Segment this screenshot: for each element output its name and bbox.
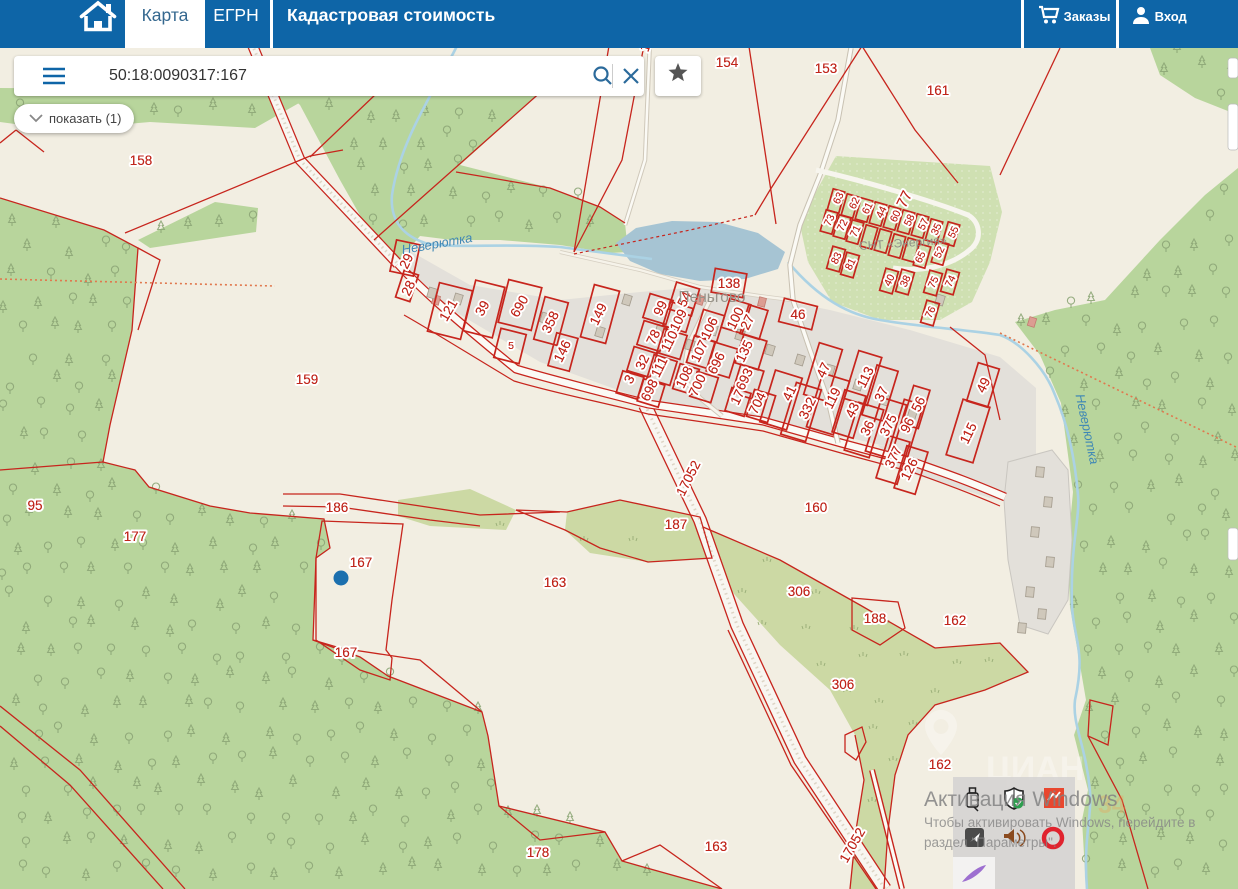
svg-text:158: 158 xyxy=(130,153,153,168)
svg-text:раздел "Параметры".: раздел "Параметры". xyxy=(924,835,1057,850)
svg-text:188: 188 xyxy=(864,611,887,626)
svg-text:159: 159 xyxy=(296,372,319,387)
svg-text:153: 153 xyxy=(815,61,838,76)
svg-text:95: 95 xyxy=(27,498,42,513)
svg-text:167: 167 xyxy=(350,555,373,570)
svg-text:306: 306 xyxy=(832,677,855,692)
svg-text:186: 186 xyxy=(326,500,349,515)
svg-text:177: 177 xyxy=(124,529,147,544)
svg-text:154: 154 xyxy=(716,55,739,70)
svg-text:163: 163 xyxy=(544,575,567,590)
svg-text:46: 46 xyxy=(790,307,805,322)
svg-text:162: 162 xyxy=(929,757,952,772)
svg-text:5: 5 xyxy=(508,340,514,352)
svg-text:306: 306 xyxy=(788,584,811,599)
svg-text:161: 161 xyxy=(927,83,950,98)
svg-text:187: 187 xyxy=(665,517,688,532)
svg-text:178: 178 xyxy=(527,845,550,860)
svg-text:163: 163 xyxy=(705,839,728,854)
svg-text:167: 167 xyxy=(335,645,358,660)
svg-text:Чтобы активировать Windows, пе: Чтобы активировать Windows, перейдите в xyxy=(924,815,1195,830)
svg-text:162: 162 xyxy=(944,613,967,628)
svg-text:160: 160 xyxy=(805,500,828,515)
svg-text:Пеньгово: Пеньгово xyxy=(678,289,745,306)
svg-text:Активация Windows: Активация Windows xyxy=(924,788,1118,811)
